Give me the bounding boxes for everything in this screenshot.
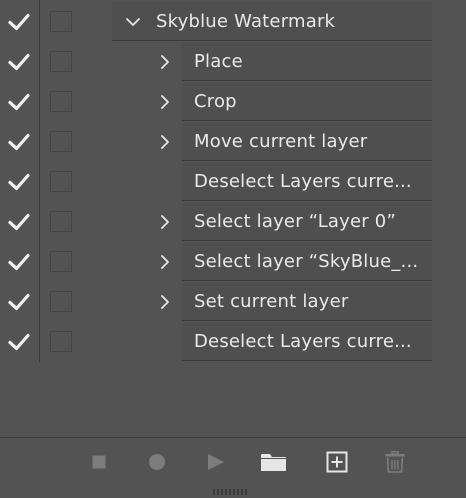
action-row[interactable]: Set current layer bbox=[0, 282, 466, 322]
action-row[interactable]: Select layer “Layer 0” bbox=[0, 202, 466, 242]
action-row[interactable]: Select layer “SkyBlue_... bbox=[0, 242, 466, 282]
trash-icon bbox=[385, 451, 405, 473]
begin-recording-button[interactable] bbox=[146, 450, 168, 474]
dialog-toggle-box[interactable] bbox=[50, 51, 72, 72]
action-set-row[interactable]: Skyblue Watermark bbox=[0, 2, 466, 42]
chevron-right-icon[interactable] bbox=[158, 55, 172, 69]
chevron-down-icon[interactable] bbox=[126, 15, 140, 29]
action-row[interactable]: Deselect Layers curre... bbox=[0, 322, 466, 362]
dialog-toggle-box[interactable] bbox=[50, 171, 72, 192]
dialog-toggle-box[interactable] bbox=[50, 251, 72, 272]
resize-grip-icon[interactable] bbox=[212, 488, 250, 496]
check-icon[interactable] bbox=[8, 213, 30, 231]
play-selection-button[interactable] bbox=[205, 450, 227, 474]
chevron-right-icon[interactable] bbox=[158, 95, 172, 109]
actions-list: Skyblue Watermark Place Crop Move curren… bbox=[0, 0, 466, 362]
action-label: Crop bbox=[194, 91, 237, 112]
stop-icon bbox=[92, 455, 106, 469]
action-label: Select layer “Layer 0” bbox=[194, 211, 396, 232]
create-new-action-button[interactable] bbox=[325, 450, 349, 474]
actions-toolbar bbox=[0, 438, 466, 486]
dialog-toggle-box[interactable] bbox=[50, 91, 72, 112]
chevron-right-icon[interactable] bbox=[158, 295, 172, 309]
check-icon[interactable] bbox=[8, 253, 30, 271]
action-label: Move current layer bbox=[194, 131, 368, 152]
dialog-toggle-box[interactable] bbox=[50, 11, 72, 32]
action-row[interactable]: Crop bbox=[0, 82, 466, 122]
chevron-right-icon[interactable] bbox=[158, 255, 172, 269]
plus-square-icon bbox=[326, 451, 348, 473]
action-label: Select layer “SkyBlue_... bbox=[194, 251, 419, 272]
chevron-right-icon[interactable] bbox=[158, 215, 172, 229]
chevron-right-icon[interactable] bbox=[158, 135, 172, 149]
record-icon bbox=[149, 454, 165, 470]
actions-panel: Skyblue Watermark Place Crop Move curren… bbox=[0, 0, 466, 498]
action-label: Set current layer bbox=[194, 291, 349, 312]
dialog-toggle-box[interactable] bbox=[50, 331, 72, 352]
play-icon bbox=[208, 454, 224, 470]
check-icon[interactable] bbox=[8, 333, 30, 351]
action-set-label: Skyblue Watermark bbox=[156, 11, 336, 32]
dialog-toggle-box[interactable] bbox=[50, 291, 72, 312]
dialog-toggle-box[interactable] bbox=[50, 131, 72, 152]
dialog-toggle-box[interactable] bbox=[50, 211, 72, 232]
check-icon[interactable] bbox=[8, 93, 30, 111]
check-icon[interactable] bbox=[8, 13, 30, 31]
check-icon[interactable] bbox=[8, 293, 30, 311]
action-row[interactable]: Deselect Layers curre... bbox=[0, 162, 466, 202]
action-label: Deselect Layers curre... bbox=[194, 331, 412, 352]
action-label: Place bbox=[194, 51, 243, 72]
action-row[interactable]: Place bbox=[0, 42, 466, 82]
check-icon[interactable] bbox=[8, 173, 30, 191]
create-new-set-button[interactable] bbox=[259, 450, 287, 474]
folder-icon bbox=[260, 454, 286, 471]
action-label: Deselect Layers curre... bbox=[194, 171, 412, 192]
check-icon[interactable] bbox=[8, 53, 30, 71]
stop-playing-button[interactable] bbox=[88, 450, 110, 474]
delete-button[interactable] bbox=[384, 450, 406, 474]
action-row[interactable]: Move current layer bbox=[0, 122, 466, 162]
check-icon[interactable] bbox=[8, 133, 30, 151]
